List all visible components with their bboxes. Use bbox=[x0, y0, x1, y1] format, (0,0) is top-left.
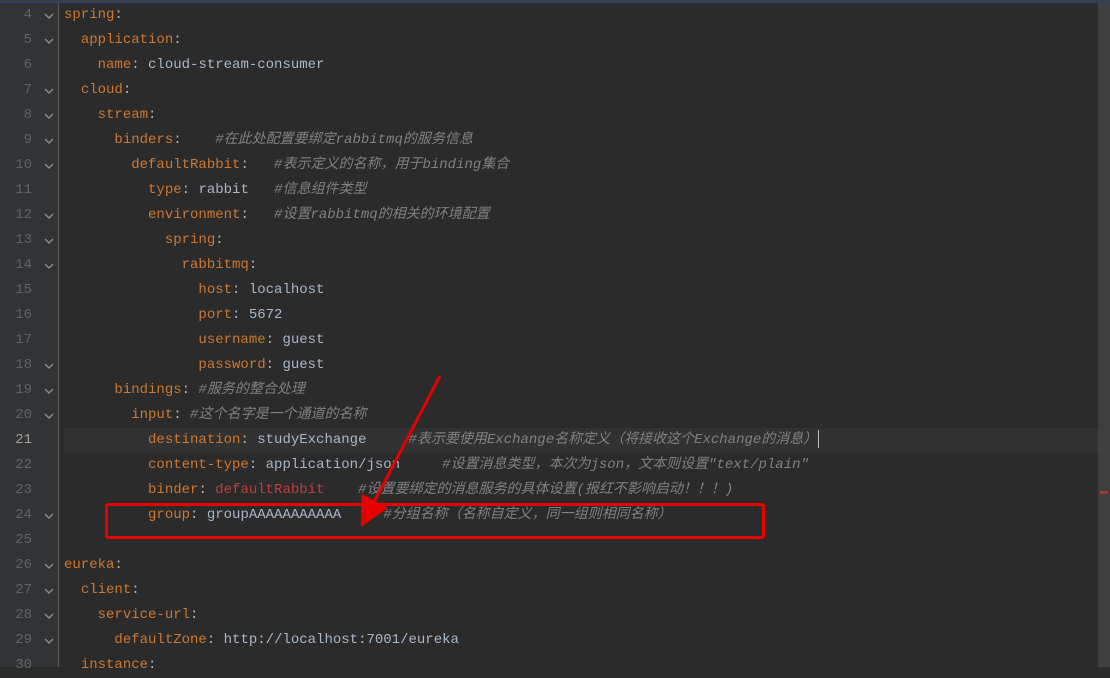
line-number: 15 bbox=[0, 278, 32, 303]
line-number: 28 bbox=[0, 603, 32, 628]
code-line[interactable]: eureka: bbox=[64, 553, 1110, 578]
code-line[interactable]: environment: #设置rabbitmq的相关的环境配置 bbox=[64, 203, 1110, 228]
fold-toggle-icon[interactable] bbox=[43, 360, 55, 372]
fold-toggle-icon[interactable] bbox=[43, 160, 55, 172]
line-number: 7 bbox=[0, 78, 32, 103]
fold-toggle-icon[interactable] bbox=[43, 585, 55, 597]
fold-column[interactable] bbox=[40, 3, 60, 667]
line-number: 18 bbox=[0, 353, 32, 378]
code-line[interactable]: defaultZone: http://localhost:7001/eurek… bbox=[64, 628, 1110, 653]
line-number: 23 bbox=[0, 478, 32, 503]
fold-toggle-icon[interactable] bbox=[43, 610, 55, 622]
code-line[interactable]: spring: bbox=[64, 3, 1110, 28]
line-number: 12 bbox=[0, 203, 32, 228]
code-line[interactable]: group: groupAAAAAAAAAAA #分组名称（名称自定义，同一组则… bbox=[64, 503, 1110, 528]
code-line[interactable]: spring: bbox=[64, 228, 1110, 253]
fold-toggle-icon[interactable] bbox=[43, 210, 55, 222]
line-number: 14 bbox=[0, 253, 32, 278]
code-content[interactable]: spring: application: name: cloud-stream-… bbox=[60, 3, 1110, 667]
line-number: 16 bbox=[0, 303, 32, 328]
code-line[interactable]: name: cloud-stream-consumer bbox=[64, 53, 1110, 78]
fold-toggle-icon[interactable] bbox=[43, 635, 55, 647]
fold-toggle-icon[interactable] bbox=[43, 235, 55, 247]
line-number: 6 bbox=[0, 53, 32, 78]
line-number: 20 bbox=[0, 403, 32, 428]
code-line[interactable]: instance: bbox=[64, 653, 1110, 678]
line-number-gutter: 4567891011121314151617181920212223242526… bbox=[0, 3, 40, 667]
code-line[interactable]: username: guest bbox=[64, 328, 1110, 353]
line-number: 26 bbox=[0, 553, 32, 578]
code-line[interactable]: password: guest bbox=[64, 353, 1110, 378]
line-number: 21 bbox=[0, 428, 32, 453]
line-number: 13 bbox=[0, 228, 32, 253]
line-number: 27 bbox=[0, 578, 32, 603]
fold-toggle-icon[interactable] bbox=[43, 560, 55, 572]
code-line[interactable]: destination: studyExchange #表示要使用Exchang… bbox=[64, 428, 1110, 453]
code-line[interactable]: client: bbox=[64, 578, 1110, 603]
code-line[interactable]: stream: bbox=[64, 103, 1110, 128]
line-number: 19 bbox=[0, 378, 32, 403]
fold-toggle-icon[interactable] bbox=[43, 110, 55, 122]
code-line[interactable]: port: 5672 bbox=[64, 303, 1110, 328]
code-line[interactable]: application: bbox=[64, 28, 1110, 53]
line-number: 29 bbox=[0, 628, 32, 653]
code-editor[interactable]: 4567891011121314151617181920212223242526… bbox=[0, 3, 1110, 667]
code-line[interactable]: binder: defaultRabbit #设置要绑定的消息服务的具体设置(报… bbox=[64, 478, 1110, 503]
fold-toggle-icon[interactable] bbox=[43, 35, 55, 47]
fold-toggle-icon[interactable] bbox=[43, 85, 55, 97]
line-number: 24 bbox=[0, 503, 32, 528]
fold-toggle-icon[interactable] bbox=[43, 510, 55, 522]
fold-toggle-icon[interactable] bbox=[43, 135, 55, 147]
code-line[interactable]: rabbitmq: bbox=[64, 253, 1110, 278]
code-line[interactable]: type: rabbit #信息组件类型 bbox=[64, 178, 1110, 203]
line-number: 25 bbox=[0, 528, 32, 553]
code-line[interactable]: content-type: application/json #设置消息类型，本… bbox=[64, 453, 1110, 478]
fold-toggle-icon[interactable] bbox=[43, 260, 55, 272]
line-number: 10 bbox=[0, 153, 32, 178]
scrollbar-error-mark bbox=[1100, 491, 1108, 494]
code-line[interactable] bbox=[64, 528, 1110, 553]
line-number: 30 bbox=[0, 653, 32, 678]
fold-toggle-icon[interactable] bbox=[43, 10, 55, 22]
code-line[interactable]: service-url: bbox=[64, 603, 1110, 628]
line-number: 17 bbox=[0, 328, 32, 353]
code-line[interactable]: host: localhost bbox=[64, 278, 1110, 303]
code-line[interactable]: binders: #在此处配置要绑定rabbitmq的服务信息 bbox=[64, 128, 1110, 153]
fold-toggle-icon[interactable] bbox=[43, 410, 55, 422]
line-number: 5 bbox=[0, 28, 32, 53]
code-line[interactable]: bindings: #服务的整合处理 bbox=[64, 378, 1110, 403]
vertical-scrollbar[interactable] bbox=[1098, 3, 1110, 667]
fold-toggle-icon[interactable] bbox=[43, 385, 55, 397]
line-number: 8 bbox=[0, 103, 32, 128]
line-number: 9 bbox=[0, 128, 32, 153]
code-line[interactable]: cloud: bbox=[64, 78, 1110, 103]
line-number: 11 bbox=[0, 178, 32, 203]
code-line[interactable]: defaultRabbit: #表示定义的名称，用于binding集合 bbox=[64, 153, 1110, 178]
code-line[interactable]: input: #这个名字是一个通道的名称 bbox=[64, 403, 1110, 428]
line-number: 4 bbox=[0, 3, 32, 28]
line-number: 22 bbox=[0, 453, 32, 478]
